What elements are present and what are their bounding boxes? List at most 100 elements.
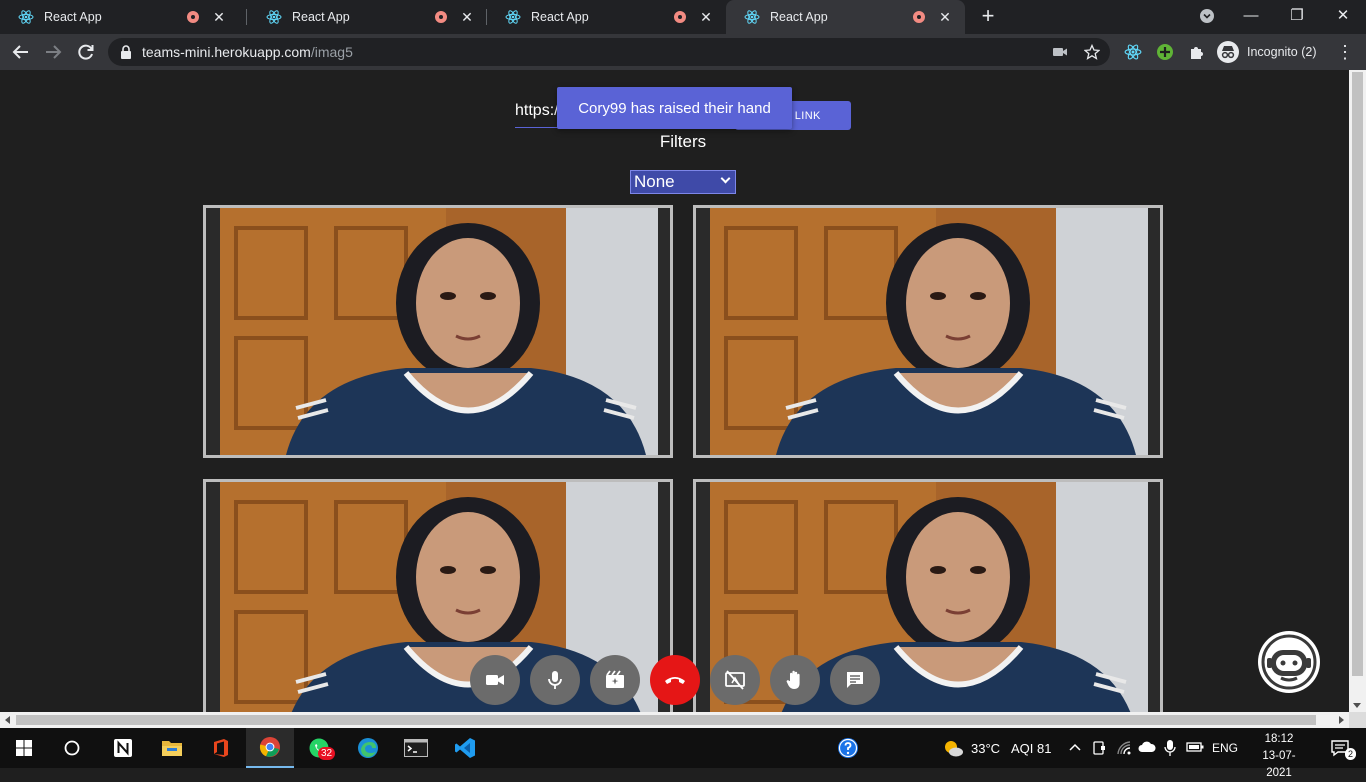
scroll-thumb[interactable] [16, 715, 1316, 725]
windows-taskbar: 32 33°C AQI 81 ENG 18:12 13-07-2021 2 [0, 728, 1366, 779]
clock-time: 18:12 [1264, 733, 1294, 745]
videocam-icon [486, 675, 504, 685]
react-icon [18, 10, 34, 24]
close-icon[interactable]: ✕ [937, 9, 953, 25]
bookmark-star-icon[interactable] [1084, 44, 1100, 60]
new-tab-button[interactable]: + [976, 5, 1000, 29]
url-text: teams-mini.herokuapp.com/imag5 [142, 44, 353, 60]
back-button[interactable] [9, 40, 33, 64]
device-icon[interactable] [1092, 740, 1106, 756]
recording-icon [674, 11, 686, 23]
browser-toolbar: teams-mini.herokuapp.com/imag5 Incognito… [0, 34, 1366, 70]
taskbar-terminal[interactable] [392, 728, 440, 768]
tab-search-button[interactable] [1194, 4, 1220, 28]
extensions-puzzle-icon[interactable] [1188, 43, 1206, 61]
browser-tab-1[interactable]: React App ✕ [0, 0, 239, 34]
scroll-thumb[interactable] [1352, 72, 1363, 676]
taskbar-chrome[interactable] [246, 728, 294, 768]
chat-icon [847, 672, 863, 688]
close-window-button[interactable]: ✕ [1330, 4, 1356, 28]
browser-menu-button[interactable]: ⋮ [1336, 42, 1354, 62]
microphone-tray-icon[interactable] [1164, 739, 1176, 757]
participant-video [696, 208, 1160, 455]
search-button[interactable] [48, 728, 96, 768]
system-clock[interactable]: 18:12 13-07-2021 [1252, 731, 1306, 782]
horizontal-scrollbar[interactable] [0, 712, 1349, 728]
taskbar-vscode[interactable] [441, 728, 489, 768]
mic-button[interactable] [530, 655, 580, 705]
participant-video [696, 482, 1160, 712]
taskbar-whatsapp[interactable]: 32 [295, 728, 343, 768]
scroll-right-arrow[interactable] [1339, 716, 1344, 724]
wifi-icon[interactable] [1116, 740, 1132, 756]
camera-button[interactable] [470, 655, 520, 705]
folder-icon [162, 741, 182, 756]
battery-icon[interactable] [1186, 741, 1204, 753]
taskbar-notion[interactable] [99, 728, 147, 768]
recording-icon [187, 11, 199, 23]
chevron-down-icon [1200, 9, 1214, 23]
vertical-scrollbar[interactable] [1349, 70, 1366, 712]
forward-arrow-icon [46, 45, 62, 59]
taskbar-edge[interactable] [344, 728, 392, 768]
camera-in-use-icon[interactable] [1052, 44, 1068, 60]
screen-share-button[interactable] [710, 655, 760, 705]
incognito-profile-button[interactable]: Incognito (2) [1217, 39, 1316, 65]
tab-title: React App [531, 10, 589, 24]
help-icon [838, 738, 858, 758]
record-icon [606, 670, 624, 688]
browser-tab-4-active[interactable]: React App ✕ [726, 0, 965, 34]
green-extension-icon[interactable] [1156, 43, 1174, 61]
clock-date: 13-07-2021 [1262, 750, 1296, 779]
participant-video [206, 208, 670, 455]
weather-aqi[interactable]: AQI 81 [1011, 741, 1051, 756]
address-bar[interactable]: teams-mini.herokuapp.com/imag5 [108, 38, 1110, 66]
weather-temperature[interactable]: 33°C [971, 741, 1000, 756]
minimize-button[interactable]: — [1238, 4, 1264, 28]
vscode-icon [455, 738, 475, 758]
notification-count: 2 [1345, 748, 1357, 760]
language-indicator[interactable]: ENG [1212, 741, 1238, 755]
hand-icon [786, 670, 800, 689]
record-button[interactable] [590, 655, 640, 705]
profile-label: Incognito (2) [1247, 45, 1317, 59]
chrome-icon [259, 737, 280, 757]
chatbot-button[interactable] [1258, 631, 1320, 693]
filter-select[interactable]: None [630, 170, 736, 194]
react-devtools-extension-icon[interactable] [1124, 43, 1142, 61]
browser-tab-3[interactable]: React App ✕ [487, 0, 726, 34]
chat-button[interactable] [830, 655, 880, 705]
filter-selected-value: None [634, 172, 675, 191]
action-center-button[interactable]: 2 [1316, 728, 1364, 768]
chatbot-icon [1261, 634, 1317, 690]
scrollbar-corner [1349, 712, 1366, 728]
end-call-button[interactable] [650, 655, 700, 705]
end-call-icon [665, 677, 685, 684]
restore-button[interactable]: ❐ [1284, 4, 1310, 28]
reload-button[interactable] [74, 40, 98, 64]
recording-icon [435, 11, 447, 23]
forward-button[interactable] [41, 40, 65, 64]
reload-icon [78, 44, 94, 60]
incognito-icon [1217, 41, 1239, 63]
url-host: teams-mini.herokuapp.com [142, 44, 311, 60]
taskbar-office[interactable] [197, 728, 245, 768]
scroll-down-arrow[interactable] [1353, 703, 1361, 708]
close-icon[interactable]: ✕ [459, 9, 475, 25]
close-icon[interactable]: ✕ [698, 9, 714, 25]
scroll-left-arrow[interactable] [5, 716, 10, 724]
raise-hand-toast: Cory99 has raised their hand [557, 87, 792, 129]
office-icon [214, 739, 228, 757]
browser-tab-2[interactable]: React App ✕ [248, 0, 487, 34]
raise-hand-button[interactable] [770, 655, 820, 705]
start-button[interactable] [0, 728, 48, 768]
chevron-up-icon[interactable] [1068, 742, 1082, 752]
page-viewport: https:/ VITE LINK Cory99 has raised thei… [0, 70, 1349, 712]
close-icon[interactable]: ✕ [211, 9, 227, 25]
terminal-icon [404, 739, 428, 757]
taskbar-file-explorer[interactable] [148, 728, 196, 768]
video-tile-4 [693, 479, 1163, 712]
onedrive-cloud-icon[interactable] [1138, 741, 1156, 753]
help-button[interactable] [824, 728, 872, 768]
screen-share-off-icon [725, 670, 745, 690]
